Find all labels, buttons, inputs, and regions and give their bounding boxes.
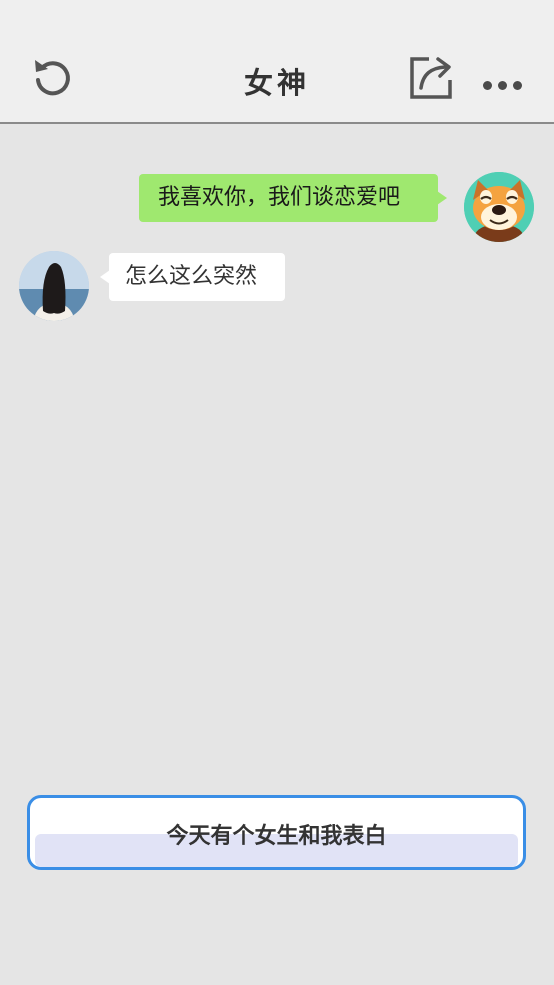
girl-avatar[interactable] [19,251,89,321]
share-icon[interactable] [407,54,455,102]
top-bar: 女神 [0,0,554,124]
dot [513,81,522,90]
dot [483,81,492,90]
more-dots-icon[interactable] [480,76,524,96]
her-message-bubble: 怎么这么突然 [100,253,285,301]
reply-option-label: 今天有个女生和我表白 [166,824,387,849]
reply-option-button[interactable]: 今天有个女生和我表白 [27,795,526,870]
dot [498,81,507,90]
dog-avatar[interactable] [464,172,534,242]
my-message-bubble: 我喜欢你，我们谈恋爱吧 [139,174,447,222]
page-title: 女神 [243,66,310,100]
